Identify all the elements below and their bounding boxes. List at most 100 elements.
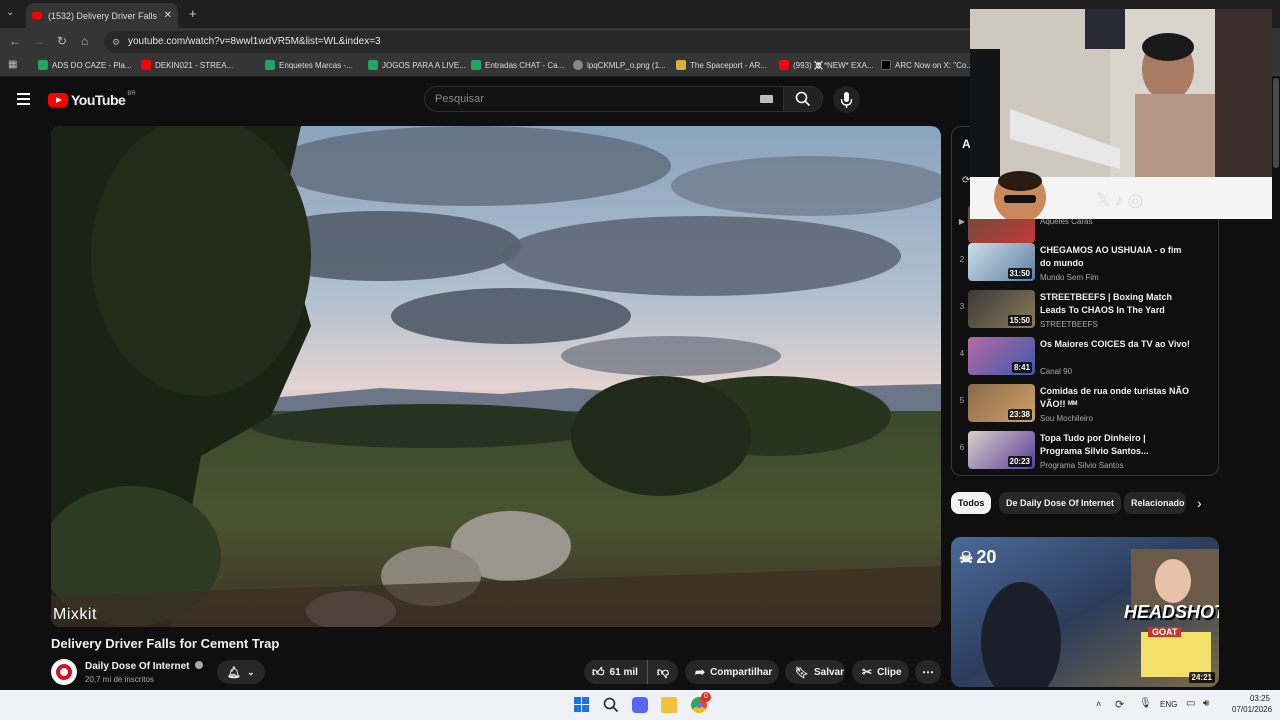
video-duration: 24:21: [1188, 672, 1215, 683]
address-bar[interactable]: ⚙ youtube.com/watch?v=8wwl1wdVR5M&list=W…: [104, 31, 984, 53]
dislike-button[interactable]: 👎︎: [648, 665, 678, 680]
video-player[interactable]: [51, 126, 941, 627]
bookmark-item[interactable]: (993) ☠️*NEW* EXA...: [779, 60, 874, 70]
playlist-index: 4: [959, 349, 965, 358]
home-icon[interactable]: ⌂: [81, 34, 88, 48]
browser-tab-active[interactable]: (1532) Delivery Driver Falls for C ✕: [26, 3, 178, 28]
tab-list-chevron-icon[interactable]: ⌄: [6, 7, 14, 18]
subscribe-bell-button[interactable]: 🔔︎ ⌄: [217, 660, 265, 684]
bookmark-item[interactable]: ADS DO CAZE - Pla...: [38, 60, 132, 70]
clip-button[interactable]: ✂ Clipe: [852, 660, 909, 684]
video-duration: 15:50: [1007, 315, 1032, 326]
file-explorer-icon[interactable]: [661, 697, 677, 713]
windows-taskbar: 0 ˄ ⟳ 🎙︎ ENG ▭ 🔊︎ 03:25 07/01/2026: [0, 690, 1280, 720]
playlist-item[interactable]: 2 31:50 CHEGAMOS AO USHUAIA - o fim do m…: [952, 241, 1218, 285]
thumbnail-overlay-text: HEADSHOT: [1124, 602, 1219, 622]
globe-icon: [573, 60, 583, 70]
more-horizontal-icon: ⋯: [922, 665, 934, 679]
language-indicator[interactable]: ENG: [1160, 700, 1177, 709]
channel-name[interactable]: Daily Dose Of Internet: [85, 661, 204, 672]
youtube-play-icon: [48, 93, 68, 107]
volume-icon[interactable]: 🔊︎: [1203, 698, 1209, 709]
channel-avatar[interactable]: [51, 659, 77, 685]
tab-title: (1532) Delivery Driver Falls for C: [48, 10, 160, 21]
network-icon[interactable]: ▭: [1186, 698, 1195, 709]
sheets-icon: [471, 60, 481, 70]
share-label: Compartilhar: [710, 666, 773, 678]
back-icon[interactable]: ←: [9, 34, 21, 48]
forward-icon[interactable]: →: [33, 34, 45, 48]
playlist-thumbnail: 20:23: [968, 431, 1035, 469]
chevron-down-icon: ⌄: [246, 666, 255, 677]
chip-from-channel[interactable]: De Daily Dose Of Internet: [999, 492, 1122, 514]
video-frame-landscape: [51, 126, 941, 627]
like-button[interactable]: 👍︎ 61 mil: [584, 660, 648, 684]
playlist-channel: Mundo Sem Fim: [1040, 273, 1099, 282]
thumbs-up-icon: 👍︎: [592, 664, 605, 679]
playlist-thumbnail: 8:41: [968, 337, 1035, 375]
search-icon[interactable]: [603, 697, 619, 713]
search-input[interactable]: Pesquisar: [424, 86, 784, 112]
webcam-feed: [970, 9, 1272, 219]
bookmark-item[interactable]: Entradas CHAT - Ca...: [471, 60, 564, 70]
subscriber-count: 20,7 mi de inscritos: [85, 675, 154, 684]
scissors-icon: ✂: [862, 665, 873, 679]
more-actions-button[interactable]: ⋯: [915, 660, 941, 684]
chip-all[interactable]: Todos: [951, 492, 992, 514]
search-button[interactable]: [783, 86, 823, 112]
bookmark-item[interactable]: The Spaceport - AR...: [676, 60, 767, 70]
page-scrollbar[interactable]: [1272, 78, 1280, 690]
windows-start-icon[interactable]: [574, 697, 590, 713]
skull-icon: ☠: [959, 549, 974, 567]
bookmark-item[interactable]: ARC Now on X: "Co...: [881, 60, 973, 70]
chip-related[interactable]: Relacionado: [1124, 492, 1186, 514]
save-button[interactable]: 🔖︎ Salvar: [785, 660, 845, 684]
reload-icon[interactable]: ↻: [57, 34, 67, 48]
playlist-item[interactable]: 6 20:23 Topa Tudo por Dinheiro | Program…: [952, 429, 1218, 473]
discord-icon[interactable]: [632, 697, 648, 713]
keyboard-icon[interactable]: [760, 95, 773, 103]
like-dislike-group: 👍︎ 61 mil 👎︎: [584, 660, 678, 684]
sync-icon[interactable]: ⟳: [1115, 698, 1124, 711]
playlist-item[interactable]: 5 23:38 Comidas de rua onde turistas NÃO…: [952, 382, 1218, 426]
playlist-video-title: Topa Tudo por Dinheiro | Programa Silvio…: [1040, 433, 1149, 456]
youtube-icon: [779, 60, 789, 70]
logo-text: YouTube: [71, 92, 126, 108]
bookmark-item[interactable]: DEKIN021 - STREA...: [141, 60, 233, 70]
share-button[interactable]: ➦ Compartilhar: [685, 660, 779, 684]
menu-hamburger-icon[interactable]: [17, 93, 30, 105]
close-tab-icon[interactable]: ✕: [164, 10, 172, 21]
new-tab-icon[interactable]: +: [189, 6, 197, 21]
verified-icon: [195, 661, 204, 669]
microphone-icon: [840, 92, 853, 108]
voice-search-button[interactable]: [833, 86, 860, 113]
playlist-channel: Programa Silvio Santos: [1040, 461, 1124, 470]
chrome-icon[interactable]: 0: [691, 692, 711, 713]
youtube-favicon-icon: [32, 12, 42, 19]
bookmark-item[interactable]: JOGOS PARA A LIVE...: [368, 60, 466, 70]
system-clock[interactable]: 03:25 07/01/2026: [1232, 693, 1272, 715]
playlist-item[interactable]: 4 8:41 Os Maiores COICES da TV ao Vivo! …: [952, 335, 1218, 379]
bookmark-icon: 🔖︎: [795, 666, 809, 679]
playlist-thumbnail: 31:50: [968, 243, 1035, 281]
site-info-icon[interactable]: ⚙: [112, 31, 120, 53]
bookmark-item[interactable]: Enquetes Marcas -...: [265, 60, 353, 70]
chevron-right-icon[interactable]: ›: [1197, 495, 1202, 511]
bookmark-item[interactable]: lpqCKMLP_o.png (1...: [573, 60, 666, 70]
playlist-video-title: STREETBEEFS | Boxing Match Leads To CHAO…: [1040, 292, 1173, 315]
apps-grid-icon[interactable]: ▦: [8, 59, 17, 70]
microphone-tray-icon[interactable]: 🎙︎: [1139, 698, 1152, 709]
playlist-video-title: Comidas de rua onde turistas NÃO VÃO!! ᴹ…: [1040, 386, 1190, 409]
chevron-up-icon[interactable]: ˄: [1096, 699, 1101, 709]
social-icons: 𝕏 ♪ ◎: [1096, 190, 1143, 211]
search-icon: [795, 91, 811, 107]
logo-region: BR: [127, 91, 136, 97]
playlist-item[interactable]: 3 15:50 STREETBEEFS | Boxing Match Leads…: [952, 288, 1218, 332]
scrollbar-thumb[interactable]: [1273, 78, 1279, 168]
x-icon: 𝕏: [1096, 190, 1111, 210]
thumbnail-badge: GOAT: [1148, 627, 1182, 637]
youtube-logo[interactable]: YouTube BR: [48, 91, 136, 108]
sheets-icon: [265, 60, 275, 70]
now-playing-icon: ▶: [958, 217, 966, 226]
recommended-video-thumbnail[interactable]: ☠ 20 HEADSHOT GOAT 24:21: [951, 537, 1219, 687]
